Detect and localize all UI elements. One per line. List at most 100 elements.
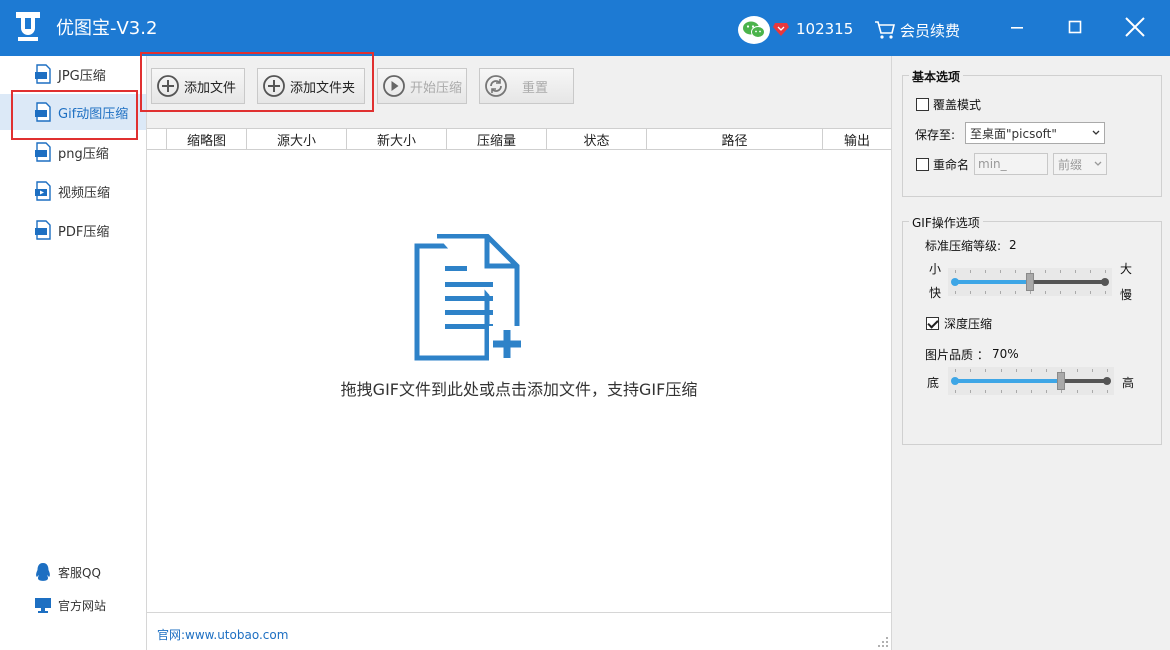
slider-tick: [970, 291, 971, 294]
column-header-new-size[interactable]: 新大小: [347, 129, 447, 150]
slider-tick: [955, 369, 956, 372]
slider-start-dot: [951, 377, 959, 385]
reset-button[interactable]: 重置: [479, 68, 574, 104]
close-icon: [1125, 17, 1145, 37]
maximize-icon: [1068, 20, 1082, 34]
slider-tick: [1107, 369, 1108, 372]
file-table-header: 缩略图 源大小 新大小 压缩量 状态 路径 输出: [147, 128, 891, 150]
pdf-file-icon: [35, 220, 51, 240]
high-label: 高: [1122, 376, 1135, 390]
toolbar: 添加文件 添加文件夹 开始压缩 重置: [147, 56, 891, 128]
add-folder-button[interactable]: 添加文件夹: [257, 68, 365, 104]
deep-compress-checkbox[interactable]: [926, 317, 939, 330]
slider-tick: [1107, 390, 1108, 393]
add-folder-label: 添加文件夹: [290, 80, 356, 96]
wechat-icon[interactable]: [738, 16, 770, 44]
sidebar-item-label: Gif动图压缩: [58, 106, 129, 122]
low-label: 底: [927, 376, 940, 390]
renew-membership-button[interactable]: 会员续费: [874, 18, 960, 42]
slider-start-dot: [951, 278, 959, 286]
slider-tick: [1061, 369, 1063, 372]
slider-tick: [1060, 270, 1061, 273]
maximize-button[interactable]: [1060, 12, 1090, 42]
slider-track: [1061, 379, 1107, 383]
resize-grip-icon[interactable]: [877, 636, 889, 648]
slider-tick: [1000, 390, 1002, 393]
small-label: 小: [929, 262, 942, 276]
minimize-button[interactable]: [1002, 12, 1032, 42]
slider-tick: [1091, 369, 1093, 372]
column-header-blank: [147, 129, 167, 150]
save-to-label: 保存至:: [915, 128, 956, 142]
slider-tick: [985, 369, 987, 372]
gif-options-title: GIF操作选项: [909, 214, 983, 231]
qq-icon: [36, 563, 50, 581]
image-quality-value: 70%: [992, 347, 1019, 361]
official-website-label: 官方网站: [58, 598, 107, 613]
column-header-output[interactable]: 输出: [823, 129, 891, 150]
slider-tick: [1031, 369, 1032, 372]
slider-tick: [985, 291, 986, 294]
slider-end-dot: [1103, 377, 1111, 385]
compress-level-value: 2: [1009, 238, 1017, 252]
sidebar-item-label: PDF压缩: [58, 224, 110, 240]
sidebar-item-gif[interactable]: Gif动图压缩: [0, 94, 146, 130]
rename-input[interactable]: [974, 153, 1048, 175]
column-header-thumbnail[interactable]: 缩略图: [167, 129, 247, 150]
slider-thumb[interactable]: [1057, 372, 1066, 390]
compress-level-slider[interactable]: [948, 268, 1112, 296]
slider-tick: [955, 270, 956, 273]
slider-tick: [1045, 270, 1046, 273]
save-to-value: 至桌面"picsoft": [970, 126, 1057, 141]
slider-tick: [985, 390, 987, 393]
column-header-status[interactable]: 状态: [547, 129, 647, 150]
slider-tick: [1091, 390, 1093, 393]
column-header-path[interactable]: 路径: [647, 129, 823, 150]
sidebar-item-png[interactable]: png压缩: [0, 134, 146, 170]
rename-label: 重命名: [933, 158, 970, 172]
rename-position-select[interactable]: 前缀: [1053, 153, 1107, 175]
save-to-select[interactable]: 至桌面"picsoft": [965, 122, 1105, 144]
sidebar-item-video[interactable]: 视频压缩: [0, 173, 146, 209]
sidebar-item-label: png压缩: [58, 146, 109, 162]
vip-diamond-icon: [773, 23, 789, 36]
official-website-link[interactable]: 官方网站: [34, 596, 106, 614]
plus-circle-icon: [157, 75, 179, 97]
start-compress-button[interactable]: 开始压缩: [377, 68, 467, 104]
deep-compress-label: 深度压缩: [944, 317, 993, 331]
customer-service-link[interactable]: 客服QQ: [34, 562, 101, 582]
gif-options-group: GIF操作选项 标准压缩等级: 2 小 快 大 慢 深度压缩 图片品质 ： 70…: [902, 214, 1162, 445]
cart-icon: [875, 21, 896, 39]
slider-thumb[interactable]: [1026, 273, 1034, 291]
options-panel: 基本选项 覆盖模式 保存至: 至桌面"picsoft" 重命名 前缀 GIF操作…: [891, 56, 1170, 650]
column-header-source-size[interactable]: 源大小: [247, 129, 347, 150]
slider-fill: [955, 379, 1062, 383]
rename-checkbox[interactable]: [916, 158, 929, 171]
slider-tick: [955, 291, 956, 294]
play-circle-icon: [383, 75, 405, 97]
slider-fill: [955, 280, 1030, 284]
image-quality-slider[interactable]: [948, 367, 1114, 395]
slider-tick: [985, 270, 986, 273]
column-header-saved[interactable]: 压缩量: [447, 129, 547, 150]
status-bar: 官网:www.utobao.com: [147, 612, 891, 650]
close-button[interactable]: [1120, 12, 1150, 42]
overwrite-checkbox[interactable]: [916, 98, 929, 111]
slider-tick: [1015, 390, 1017, 393]
sidebar-item-pdf[interactable]: PDF压缩: [0, 212, 146, 248]
website-link[interactable]: 官网:www.utobao.com: [157, 626, 288, 643]
rename-position-value: 前缀: [1058, 157, 1083, 172]
sidebar-item-jpg[interactable]: JPG压缩: [0, 56, 146, 92]
slider-tick: [1060, 291, 1061, 294]
slider-tick: [1015, 270, 1016, 273]
user-id: 102315: [796, 20, 854, 38]
add-file-button[interactable]: 添加文件: [151, 68, 245, 104]
slider-tick: [1015, 369, 1017, 372]
slider-tick: [1061, 390, 1063, 393]
refresh-icon: [485, 75, 507, 97]
chevron-down-icon: [1092, 130, 1100, 135]
file-drop-area[interactable]: 拖拽GIF文件到此处或点击添加文件，支持GIF压缩: [147, 150, 891, 612]
plus-circle-icon: [263, 75, 285, 97]
slider-tick: [955, 390, 956, 393]
slider-tick: [1000, 270, 1001, 273]
